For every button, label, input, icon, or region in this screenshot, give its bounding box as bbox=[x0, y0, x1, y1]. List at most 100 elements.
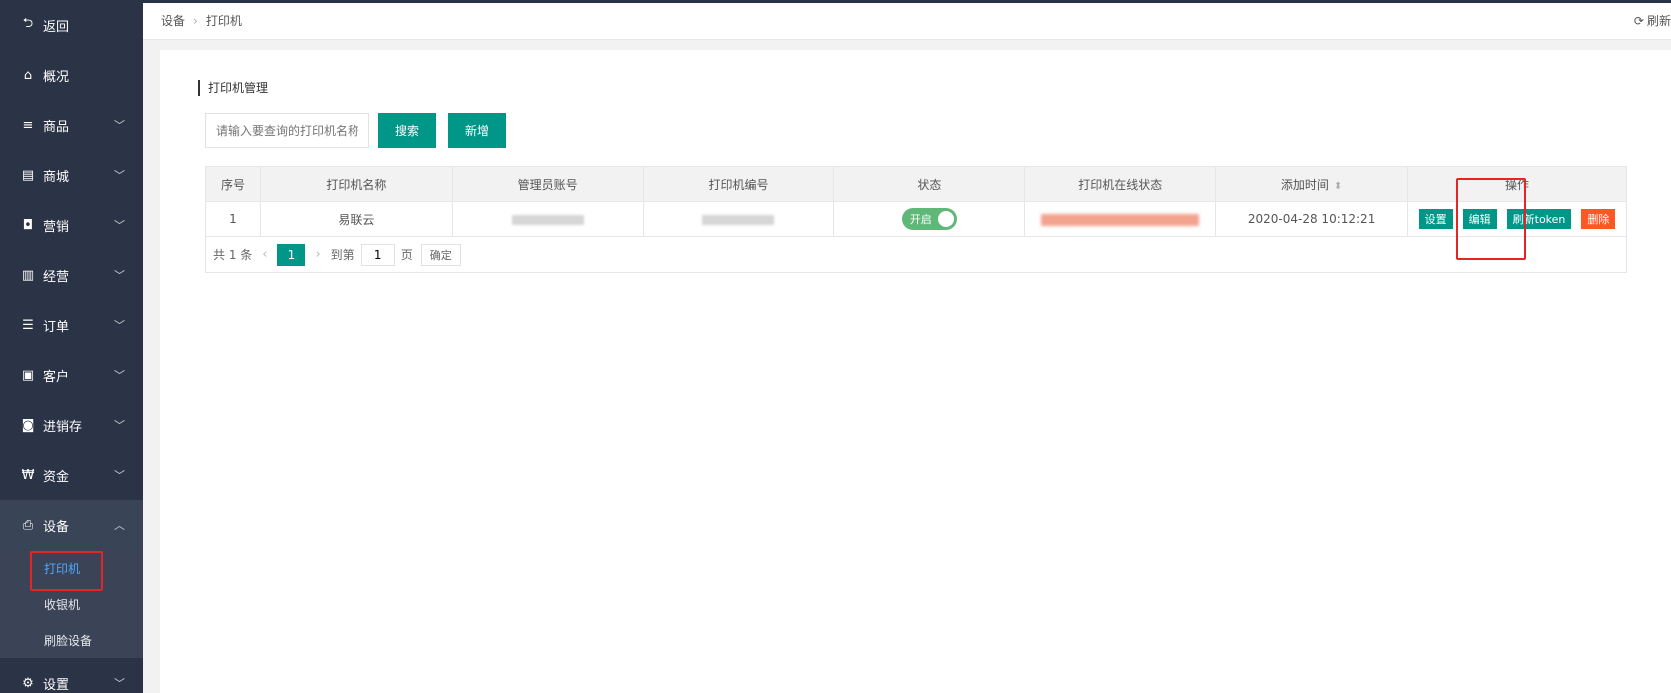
truck-icon: ◙ bbox=[21, 417, 35, 433]
menu-icon: ≡ bbox=[22, 117, 34, 133]
refresh-label: 刷新 bbox=[1646, 14, 1671, 28]
toggle-knob bbox=[937, 211, 954, 227]
chevron-down-icon: ﹀ bbox=[114, 119, 125, 132]
next-page-icon[interactable]: › bbox=[315, 247, 320, 262]
table-row: 1 易联云 开启 2020-04-28 10:12:21 设置 编辑 刷新tok… bbox=[205, 201, 1627, 237]
sidebar-item-orders[interactable]: ☰ 订单 ﹀ bbox=[0, 300, 143, 350]
goto-label: 到第 bbox=[330, 248, 355, 262]
chevron-up-icon: ︿ bbox=[114, 519, 125, 532]
ops-group: 设置 编辑 刷新token 删除 bbox=[1408, 209, 1626, 229]
col-number-header: 打印机编号 bbox=[642, 166, 835, 202]
refresh-token-button[interactable]: 刷新token bbox=[1506, 209, 1572, 229]
cell-printer-number bbox=[642, 201, 835, 237]
sidebar-item-operations[interactable]: ▥ 经营 ﹀ bbox=[0, 250, 143, 300]
refresh-icon: ⟳ bbox=[1633, 13, 1644, 28]
gear-icon: ⚙ bbox=[22, 675, 34, 691]
cell-status: 开启 bbox=[833, 201, 1026, 237]
breadcrumb-item-device[interactable]: 设备 bbox=[161, 12, 185, 29]
sidebar-item-label: 订单 bbox=[43, 319, 70, 335]
chevron-down-icon: ﹀ bbox=[114, 469, 125, 482]
submenu-item-cash-register[interactable]: 收银机 bbox=[0, 586, 143, 622]
sidebar-item-funds[interactable]: ₩ 资金 ﹀ bbox=[0, 450, 143, 500]
section-title: 打印机管理 bbox=[198, 80, 268, 96]
sidebar-item-customers[interactable]: ▣ 客户 ﹀ bbox=[0, 350, 143, 400]
gift-icon: ◘ bbox=[22, 217, 34, 233]
sidebar-item-label: 经营 bbox=[43, 269, 70, 285]
cell-online-status bbox=[1024, 201, 1217, 237]
bar-chart-icon: ▥ bbox=[21, 267, 35, 283]
submenu-item-printer[interactable]: 打印机 bbox=[0, 550, 143, 586]
col-name-header: 打印机名称 bbox=[259, 166, 453, 202]
col-status-header: 状态 bbox=[833, 166, 1026, 202]
col-added-header[interactable]: 添加时间 ⬍ bbox=[1215, 166, 1409, 202]
breadcrumb: 设备 › 打印机 bbox=[161, 12, 242, 29]
redacted-admin-account bbox=[511, 214, 584, 225]
sidebar-item-marketing[interactable]: ◘ 营销 ﹀ bbox=[0, 200, 143, 250]
chevron-down-icon: ﹀ bbox=[114, 269, 125, 282]
pager-total: 共 1 条 bbox=[213, 248, 253, 262]
prev-page-icon[interactable]: ‹ bbox=[262, 247, 267, 262]
edit-button[interactable]: 编辑 bbox=[1462, 209, 1497, 229]
search-button[interactable]: 搜索 bbox=[378, 113, 436, 148]
col-online-header: 打印机在线状态 bbox=[1024, 166, 1217, 202]
sidebar-item-label: 设置 bbox=[43, 677, 70, 693]
top-bar: 设备 › 打印机 ⟳ 刷新 bbox=[143, 0, 1671, 40]
chevron-down-icon: ﹀ bbox=[114, 169, 125, 182]
home-icon: ⌂ bbox=[23, 67, 33, 83]
delete-button[interactable]: 删除 bbox=[1581, 209, 1616, 229]
col-index-header: 序号 bbox=[205, 166, 261, 202]
sidebar-item-label: 进销存 bbox=[43, 419, 83, 435]
table-header-row: 序号 打印机名称 管理员账号 打印机编号 状态 打印机在线状态 添加时间 ⬍ 操作 bbox=[205, 166, 1627, 202]
sort-icon[interactable]: ⬍ bbox=[1334, 181, 1342, 192]
status-toggle[interactable]: 开启 bbox=[901, 208, 957, 230]
settings-button[interactable]: 设置 bbox=[1418, 209, 1453, 229]
page-unit-label: 页 bbox=[400, 248, 413, 262]
id-card-icon: ▣ bbox=[21, 367, 35, 383]
sidebar-item-label: 客户 bbox=[43, 369, 70, 385]
chevron-down-icon: ﹀ bbox=[114, 319, 125, 332]
sidebar-item-products[interactable]: ≡ 商品 ﹀ bbox=[0, 100, 143, 150]
sidebar-item-device[interactable]: ⎙ 设备 ︿ bbox=[0, 500, 143, 550]
goto-confirm-button[interactable]: 确定 bbox=[420, 243, 461, 266]
status-toggle-label: 开启 bbox=[909, 213, 932, 226]
pager-cell: 共 1 条 ‹ 1 › 到第 页 确定 bbox=[205, 236, 1627, 273]
redacted-printer-number bbox=[702, 214, 775, 225]
sidebar-item-label: 设备 bbox=[43, 519, 70, 535]
pager-row: 共 1 条 ‹ 1 › 到第 页 确定 bbox=[205, 236, 1627, 273]
cell-ops: 设置 编辑 刷新token 删除 bbox=[1407, 201, 1627, 237]
goto-page-input[interactable] bbox=[360, 243, 395, 266]
page-current[interactable]: 1 bbox=[277, 243, 306, 266]
sidebar: ⮌ 返回 ⌂ 概况 ≡ 商品 ﹀ ▤ 商城 ﹀ ◘ 营销 ﹀ ▥ 经营 ﹀ ☰ 订单 ﹀ ▣ 客户 ﹀ ◙ 进销存 ﹀ ₩ 资金 ﹀ ⎙… bbox=[0, 0, 143, 693]
device-submenu: 打印机 收银机 刷脸设备 bbox=[0, 550, 143, 658]
search-input[interactable] bbox=[205, 113, 369, 148]
sidebar-item-settings[interactable]: ⚙ 设置 ﹀ bbox=[0, 658, 143, 693]
pager: 共 1 条 ‹ 1 › 到第 页 确定 bbox=[213, 243, 1626, 266]
sidebar-item-label: 资金 bbox=[43, 469, 70, 485]
col-admin-header: 管理员账号 bbox=[451, 166, 644, 202]
add-button[interactable]: 新增 bbox=[448, 113, 506, 148]
sidebar-item-back[interactable]: ⮌ 返回 bbox=[0, 0, 143, 50]
chevron-down-icon: ﹀ bbox=[114, 369, 125, 382]
currency-icon: ₩ bbox=[21, 467, 35, 483]
sidebar-item-overview[interactable]: ⌂ 概况 bbox=[0, 50, 143, 100]
submenu-item-face-device[interactable]: 刷脸设备 bbox=[0, 622, 143, 658]
cell-added-time: 2020-04-28 10:12:21 bbox=[1215, 201, 1409, 237]
chevron-down-icon: ﹀ bbox=[114, 677, 125, 690]
list-icon: ☰ bbox=[22, 317, 34, 333]
sidebar-item-mall[interactable]: ▤ 商城 ﹀ bbox=[0, 150, 143, 200]
printer-table: 序号 打印机名称 管理员账号 打印机编号 状态 打印机在线状态 添加时间 ⬍ 操作… bbox=[205, 166, 1627, 273]
sidebar-item-label: 营销 bbox=[43, 219, 70, 235]
col-added-label: 添加时间 bbox=[1280, 177, 1329, 192]
top-strip bbox=[143, 0, 1671, 3]
sidebar-item-label: 商品 bbox=[43, 119, 70, 135]
sidebar-item-inventory[interactable]: ◙ 进销存 ﹀ bbox=[0, 400, 143, 450]
refresh-button[interactable]: ⟳ 刷新 bbox=[1634, 12, 1671, 29]
chevron-down-icon: ﹀ bbox=[114, 219, 125, 232]
printer-icon: ⎙ bbox=[22, 517, 34, 533]
sidebar-item-label: 返回 bbox=[43, 19, 70, 35]
cell-index: 1 bbox=[205, 201, 261, 237]
breadcrumb-item-printer: 打印机 bbox=[205, 14, 242, 28]
sidebar-item-label: 概况 bbox=[43, 69, 70, 85]
chevron-down-icon: ﹀ bbox=[114, 419, 125, 432]
shop-bag-icon: ▤ bbox=[21, 167, 35, 183]
